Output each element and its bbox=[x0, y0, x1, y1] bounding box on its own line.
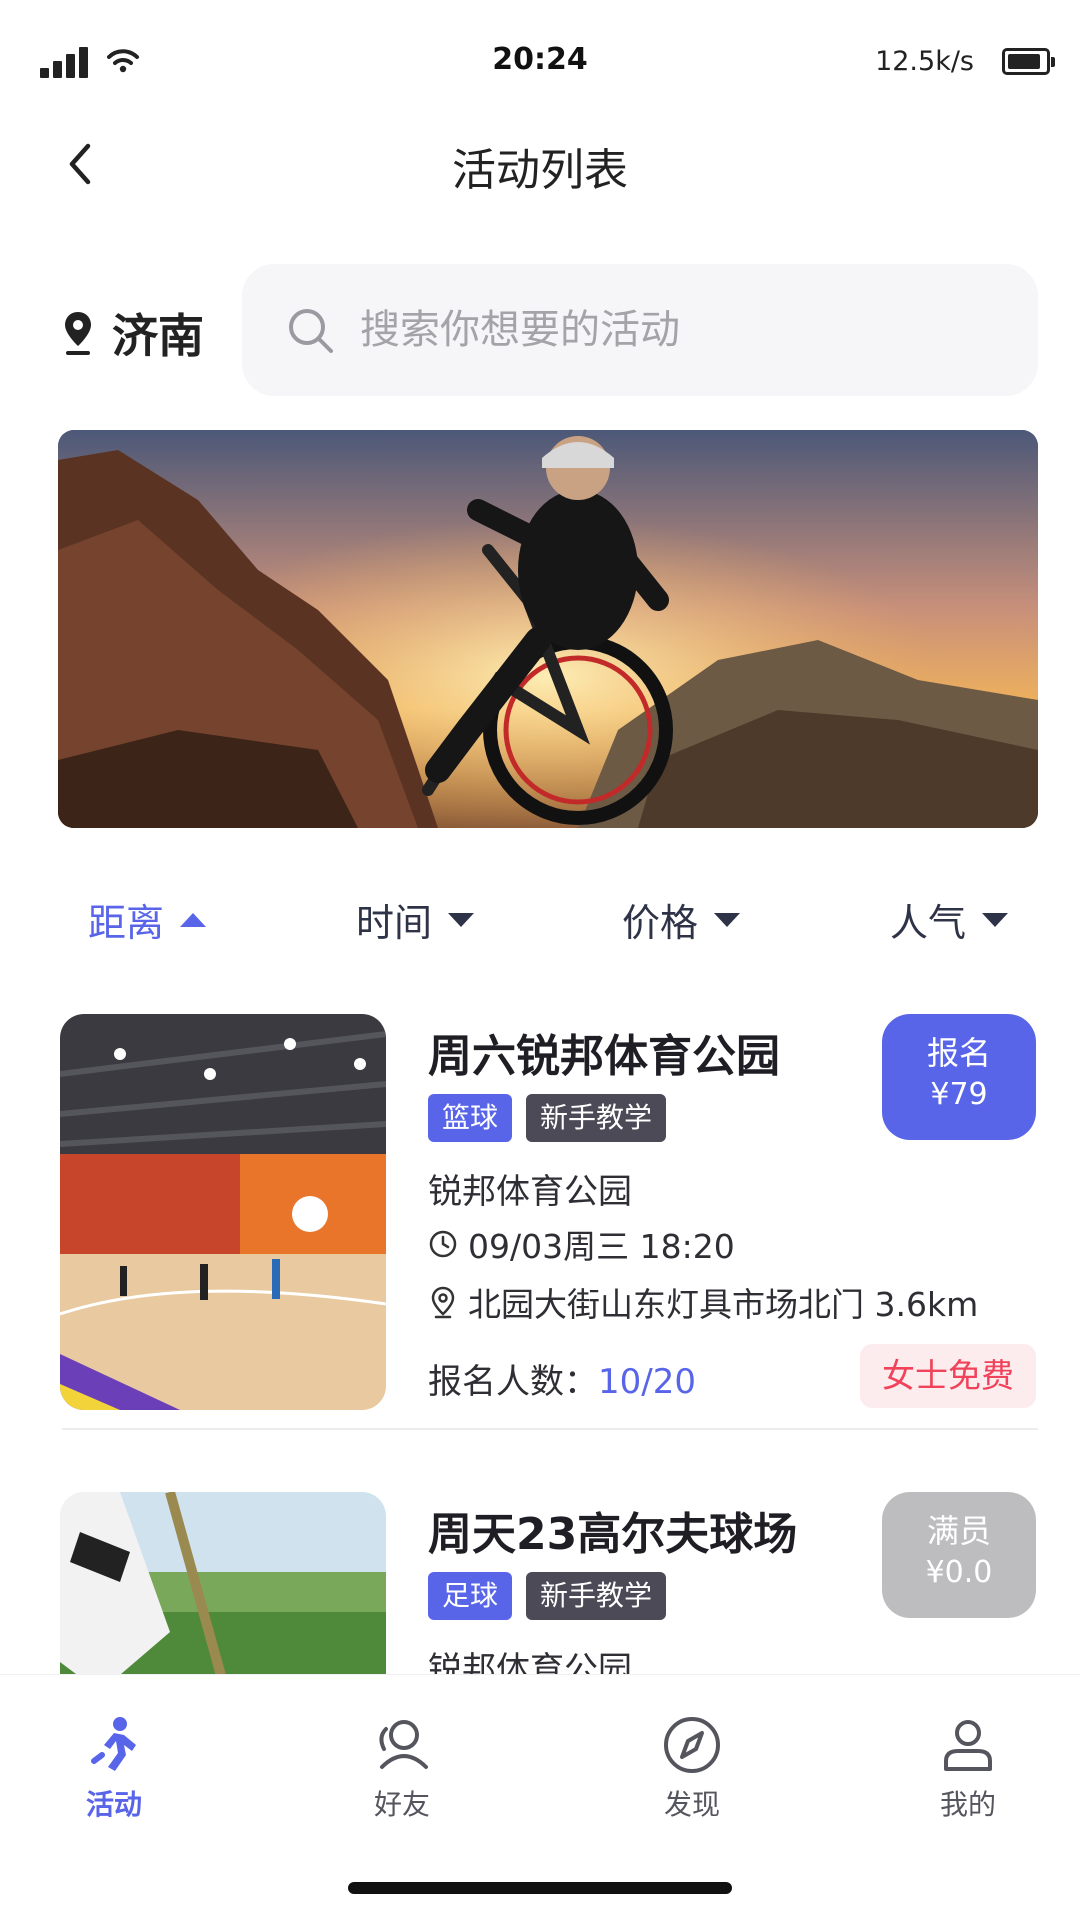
caret-up-icon bbox=[180, 912, 207, 927]
tab-label: 好友 bbox=[373, 1788, 430, 1821]
promo-banner[interactable] bbox=[58, 430, 1038, 828]
signup-label: 报名人数： bbox=[428, 1362, 598, 1402]
activity-card[interactable]: 周六锐邦体育公园 篮球 新手教学 锐邦体育公园 09/03周三 18:20 北园… bbox=[58, 1014, 1036, 1414]
caret-down-icon bbox=[448, 912, 475, 927]
signup-button-price: ¥79 bbox=[930, 1077, 988, 1112]
page-title: 活动列表 bbox=[452, 145, 628, 196]
header: 活动列表 bbox=[0, 110, 1080, 220]
tag-list: 足球 新手教学 bbox=[428, 1572, 667, 1620]
location-icon bbox=[431, 1286, 455, 1319]
activity-address: 北园大街山东灯具市场北门 3.6km bbox=[468, 1285, 979, 1324]
city-selector[interactable]: 济南 bbox=[62, 300, 204, 366]
tag-list: 篮球 新手教学 bbox=[428, 1094, 667, 1142]
friends-icon bbox=[379, 1720, 428, 1769]
activity-card[interactable]: 周天23高尔夫球场 足球 新手教学 锐邦体育公园 满员 ¥0.0 bbox=[58, 1492, 1036, 1674]
location-pin-icon bbox=[65, 312, 91, 355]
activity-thumbnail bbox=[60, 1014, 386, 1410]
signup-button[interactable]: 报名 ¥79 bbox=[882, 1014, 1036, 1140]
tag-level: 新手教学 bbox=[526, 1094, 667, 1142]
tag-level: 新手教学 bbox=[526, 1572, 667, 1620]
tab-friends[interactable]: 好友 bbox=[322, 1715, 482, 1823]
sort-label: 距离 bbox=[88, 901, 165, 945]
search-icon bbox=[289, 309, 333, 353]
sort-time[interactable]: 时间 bbox=[356, 892, 475, 947]
golf-image bbox=[60, 1492, 386, 1674]
activity-time: 09/03周三 18:20 bbox=[468, 1227, 735, 1266]
tab-label: 我的 bbox=[939, 1788, 996, 1821]
signup-number: 10/20 bbox=[598, 1362, 696, 1402]
activity-venue: 锐邦体育公园 bbox=[428, 1650, 632, 1674]
sort-distance[interactable]: 距离 bbox=[88, 892, 207, 947]
activity-title: 周天23高尔夫球场 bbox=[428, 1509, 798, 1560]
tag-sport: 篮球 bbox=[428, 1094, 513, 1142]
clock-icon bbox=[429, 1230, 457, 1258]
activity-address-row: 北园大街山东灯具市场北门 3.6km bbox=[428, 1278, 978, 1326]
full-button-label: 满员 bbox=[926, 1512, 991, 1550]
tag-sport: 足球 bbox=[428, 1572, 513, 1620]
battery-icon bbox=[1002, 48, 1055, 75]
tab-activities[interactable]: 活动 bbox=[34, 1715, 194, 1823]
banner-image bbox=[58, 430, 1038, 828]
tab-discover[interactable]: 发现 bbox=[612, 1715, 772, 1823]
full-button-price: ¥0.0 bbox=[925, 1555, 993, 1590]
network-speed: 12.5k/s bbox=[875, 46, 974, 77]
sort-popularity[interactable]: 人气 bbox=[890, 892, 1009, 947]
sort-price[interactable]: 价格 bbox=[622, 892, 741, 947]
search-input[interactable] bbox=[360, 264, 1000, 396]
activity-title: 周六锐邦体育公园 bbox=[428, 1031, 780, 1082]
signup-button-label: 报名 bbox=[926, 1034, 991, 1072]
compass-icon bbox=[664, 1717, 720, 1773]
activity-time-row: 09/03周三 18:20 bbox=[428, 1220, 735, 1268]
basketball-court-image bbox=[60, 1014, 386, 1410]
caret-down-icon bbox=[714, 912, 741, 927]
city-name: 济南 bbox=[112, 309, 204, 363]
running-person-icon bbox=[91, 1717, 136, 1771]
status-bar: 20:24 12.5k/s bbox=[0, 0, 1080, 110]
sort-label: 时间 bbox=[356, 901, 433, 945]
sort-label: 人气 bbox=[890, 901, 967, 945]
caret-down-icon bbox=[982, 912, 1009, 927]
full-button[interactable]: 满员 ¥0.0 bbox=[882, 1492, 1036, 1618]
activity-thumbnail bbox=[60, 1492, 386, 1674]
card-divider bbox=[62, 1428, 1038, 1430]
promo-badge: 女士免费 bbox=[860, 1344, 1036, 1408]
sort-label: 价格 bbox=[622, 901, 699, 945]
tab-label: 发现 bbox=[663, 1788, 720, 1821]
activity-venue: 锐邦体育公园 bbox=[428, 1172, 632, 1212]
sort-bar: 距离 时间 价格 人气 bbox=[0, 880, 1080, 960]
tab-me[interactable]: 我的 bbox=[888, 1715, 1048, 1823]
tab-label: 活动 bbox=[85, 1788, 142, 1821]
home-indicator bbox=[348, 1882, 732, 1894]
search-box[interactable] bbox=[242, 264, 1038, 396]
user-icon bbox=[944, 1720, 992, 1771]
signup-count: 报名人数：10/20 bbox=[428, 1354, 696, 1403]
